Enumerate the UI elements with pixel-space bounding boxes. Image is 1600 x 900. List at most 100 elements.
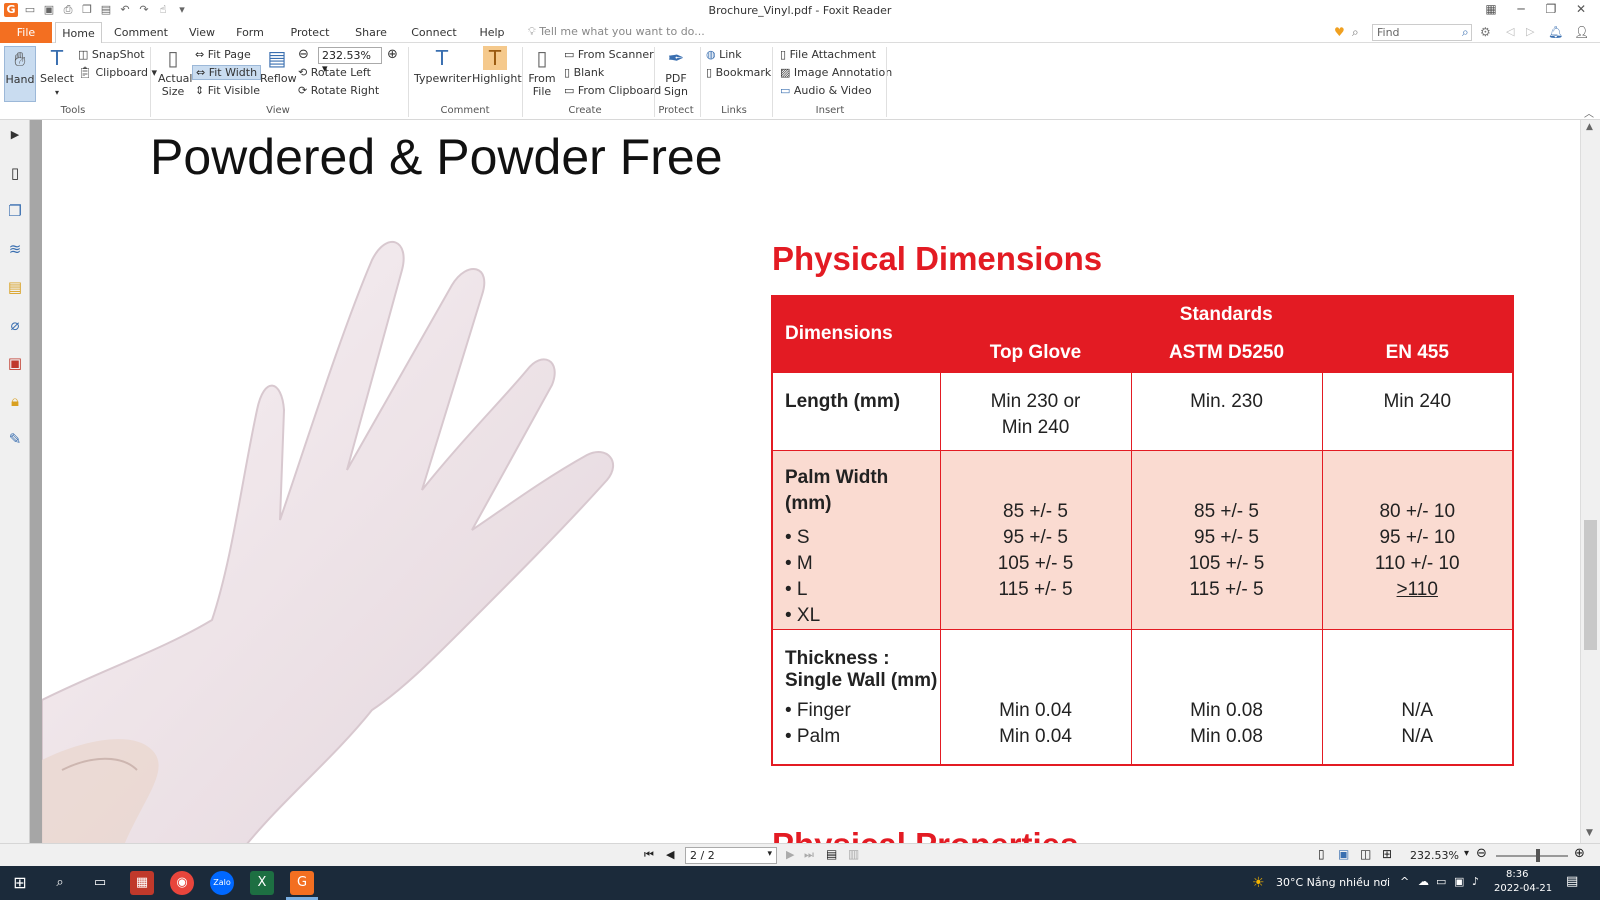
foxit-reader-icon[interactable]: G (290, 871, 314, 895)
volume-icon[interactable]: ♪ (1472, 875, 1479, 888)
attachments-icon[interactable]: ⌀ (6, 316, 24, 334)
bell-icon[interactable]: 🔔︎ (1548, 25, 1563, 39)
zoom-out-icon[interactable]: ⊖ (1476, 846, 1487, 861)
typewriter-button[interactable]: T Typewriter (414, 46, 471, 85)
vertical-scrollbar[interactable]: ▲ ▼ (1580, 120, 1600, 843)
account-icon[interactable]: 👤︎ (1574, 25, 1589, 39)
forward-icon[interactable]: ▷ (1526, 25, 1534, 38)
tab-home[interactable]: Home (55, 22, 102, 44)
zoom-in-icon[interactable]: ⊕ (1574, 846, 1585, 861)
first-page-icon[interactable]: ⏮ (644, 848, 654, 862)
windows-start-icon[interactable]: ⊞ (8, 871, 32, 895)
scroll-thumb[interactable] (1584, 520, 1597, 650)
fit-width-button[interactable]: ⇔ Fit Width (192, 65, 262, 80)
page-number-input[interactable]: 2 / 2 ▾ (685, 847, 777, 864)
rotate-left-button[interactable]: ⟲ Rotate Left (298, 66, 371, 79)
settings-icon[interactable]: ⚙ (1480, 25, 1491, 39)
back-icon[interactable]: ◁ (1506, 25, 1514, 38)
network-icon[interactable]: ▣ (1454, 875, 1464, 888)
from-file-button[interactable]: ▯ From File (526, 46, 558, 98)
snapshot-button[interactable]: ◫ SnapShot (78, 48, 145, 61)
weather-text[interactable]: 30°C Nắng nhiều nơi (1276, 876, 1390, 889)
zoom-in-icon[interactable]: ⊕ (387, 47, 398, 62)
zoom-out-icon[interactable]: ⊖ (298, 47, 309, 62)
weather-icon[interactable]: ☀ (1252, 875, 1265, 891)
facing-view-icon[interactable]: ▥ (848, 847, 859, 861)
tray-chevron-icon[interactable]: ^ (1400, 875, 1409, 888)
clock-time[interactable]: 8:36 (1506, 869, 1528, 880)
collapse-ribbon-icon[interactable]: ︿ (1584, 105, 1594, 120)
clock-date[interactable]: 2022-04-21 (1494, 883, 1552, 894)
actual-size-button[interactable]: ▯ Actual Size (155, 46, 192, 98)
minimize-button[interactable]: ─ (1506, 2, 1536, 16)
scroll-up-icon[interactable]: ▲ (1586, 122, 1593, 132)
notification-icon[interactable]: ▤ (1566, 874, 1578, 889)
tab-comment[interactable]: Comment (112, 22, 170, 43)
bookmark-button[interactable]: ▯ Bookmark (706, 66, 771, 79)
pdf-sign-button[interactable]: ✒ PDF Sign (658, 46, 694, 98)
highlight-button[interactable]: T Highlight (472, 46, 522, 85)
tab-file[interactable]: File (0, 22, 52, 43)
zoom-slider-handle[interactable] (1536, 849, 1540, 862)
chrome-icon[interactable]: ◉ (170, 871, 194, 895)
continuous-view-icon[interactable]: ▤ (826, 847, 837, 861)
select-button[interactable]: T Select ▾ (40, 46, 74, 98)
maximize-button[interactable]: ❐ (1536, 2, 1566, 16)
app-icon[interactable]: ▦ (130, 871, 154, 895)
from-clipboard-button[interactable]: ▭ From Clipboard (564, 84, 661, 97)
scroll-down-icon[interactable]: ▼ (1586, 828, 1593, 838)
find-folder-icon[interactable]: ⌕ (1352, 25, 1359, 40)
facing-page-icon[interactable]: ◫ (1360, 847, 1371, 861)
from-scanner-button[interactable]: ▭ From Scanner (564, 48, 654, 61)
device-icon[interactable]: ▭ (1436, 875, 1446, 888)
zoom-slider[interactable] (1496, 855, 1568, 857)
heart-icon[interactable]: ♥ (1334, 25, 1345, 39)
expand-panel-icon[interactable]: ▶ (6, 126, 24, 144)
layout-icon[interactable]: ▦ (1476, 2, 1506, 16)
blank-button[interactable]: ▯ Blank (564, 66, 604, 79)
excel-icon[interactable]: X (250, 871, 274, 895)
zoom-select[interactable]: 232.53% ▾ (318, 47, 382, 75)
layers-icon[interactable]: ≋ (6, 240, 24, 258)
fit-page-button[interactable]: ⇔ Fit Page (195, 48, 251, 61)
link-button[interactable]: ◍ Link (706, 48, 742, 61)
find-input[interactable]: Find (1372, 24, 1472, 41)
clipboard-button[interactable]: 📋︎ Clipboard ▾ (78, 66, 157, 79)
search-icon[interactable]: ⌕ (48, 871, 72, 895)
tools-wand-icon[interactable]: ✎ (6, 430, 24, 448)
task-view-icon[interactable]: ▭ (88, 871, 112, 895)
close-button[interactable]: ✕ (1566, 2, 1596, 16)
tab-share[interactable]: Share (353, 22, 389, 43)
onedrive-icon[interactable]: ☁ (1418, 875, 1429, 888)
bookmarks-icon[interactable]: ▯ (6, 164, 24, 182)
fit-visible-button[interactable]: ⇕ Fit Visible (195, 84, 260, 97)
pages-icon[interactable]: ❐ (6, 202, 24, 220)
rotate-right-button[interactable]: ⟳ Rotate Right (298, 84, 379, 97)
tab-view[interactable]: View (182, 22, 222, 43)
tab-form[interactable]: Form (232, 22, 268, 43)
search-icon[interactable]: ⌕ (1462, 25, 1469, 40)
tab-connect[interactable]: Connect (410, 22, 458, 43)
audio-video-button[interactable]: ▭ Audio & Video (780, 84, 872, 97)
zoom-level[interactable]: 232.53% (1410, 849, 1459, 862)
prev-page-icon[interactable]: ◀ (666, 848, 674, 861)
last-page-icon[interactable]: ⏭ (804, 848, 814, 862)
continuous-facing-icon[interactable]: ⊞ (1382, 847, 1392, 861)
fit-visible-icon: ⇕ (195, 84, 205, 97)
security-lock-icon[interactable]: 🔒︎ (6, 392, 24, 410)
continuous-page-icon[interactable]: ▣ (1338, 847, 1349, 861)
reflow-button[interactable]: ▤ Reflow (260, 46, 297, 85)
single-page-icon[interactable]: ▯ (1318, 847, 1325, 861)
signatures-icon[interactable]: ▣ (6, 354, 24, 372)
zalo-icon[interactable]: Zalo (210, 871, 234, 895)
image-annotation-button[interactable]: ▨ Image Annotation (780, 66, 892, 79)
tab-protect[interactable]: Protect (286, 22, 334, 43)
hand-button[interactable]: ✋︎ Hand (4, 46, 36, 102)
panel-splitter[interactable] (30, 120, 42, 843)
tell-me-search[interactable]: 💡︎ Tell me what you want to do... (528, 25, 705, 39)
tab-help[interactable]: Help (477, 22, 507, 43)
zoom-dropdown-icon[interactable]: ▾ (1464, 848, 1469, 859)
comments-icon[interactable]: ▤ (6, 278, 24, 296)
next-page-icon[interactable]: ▶ (786, 848, 794, 861)
file-attachment-button[interactable]: ▯ File Attachment (780, 48, 876, 61)
